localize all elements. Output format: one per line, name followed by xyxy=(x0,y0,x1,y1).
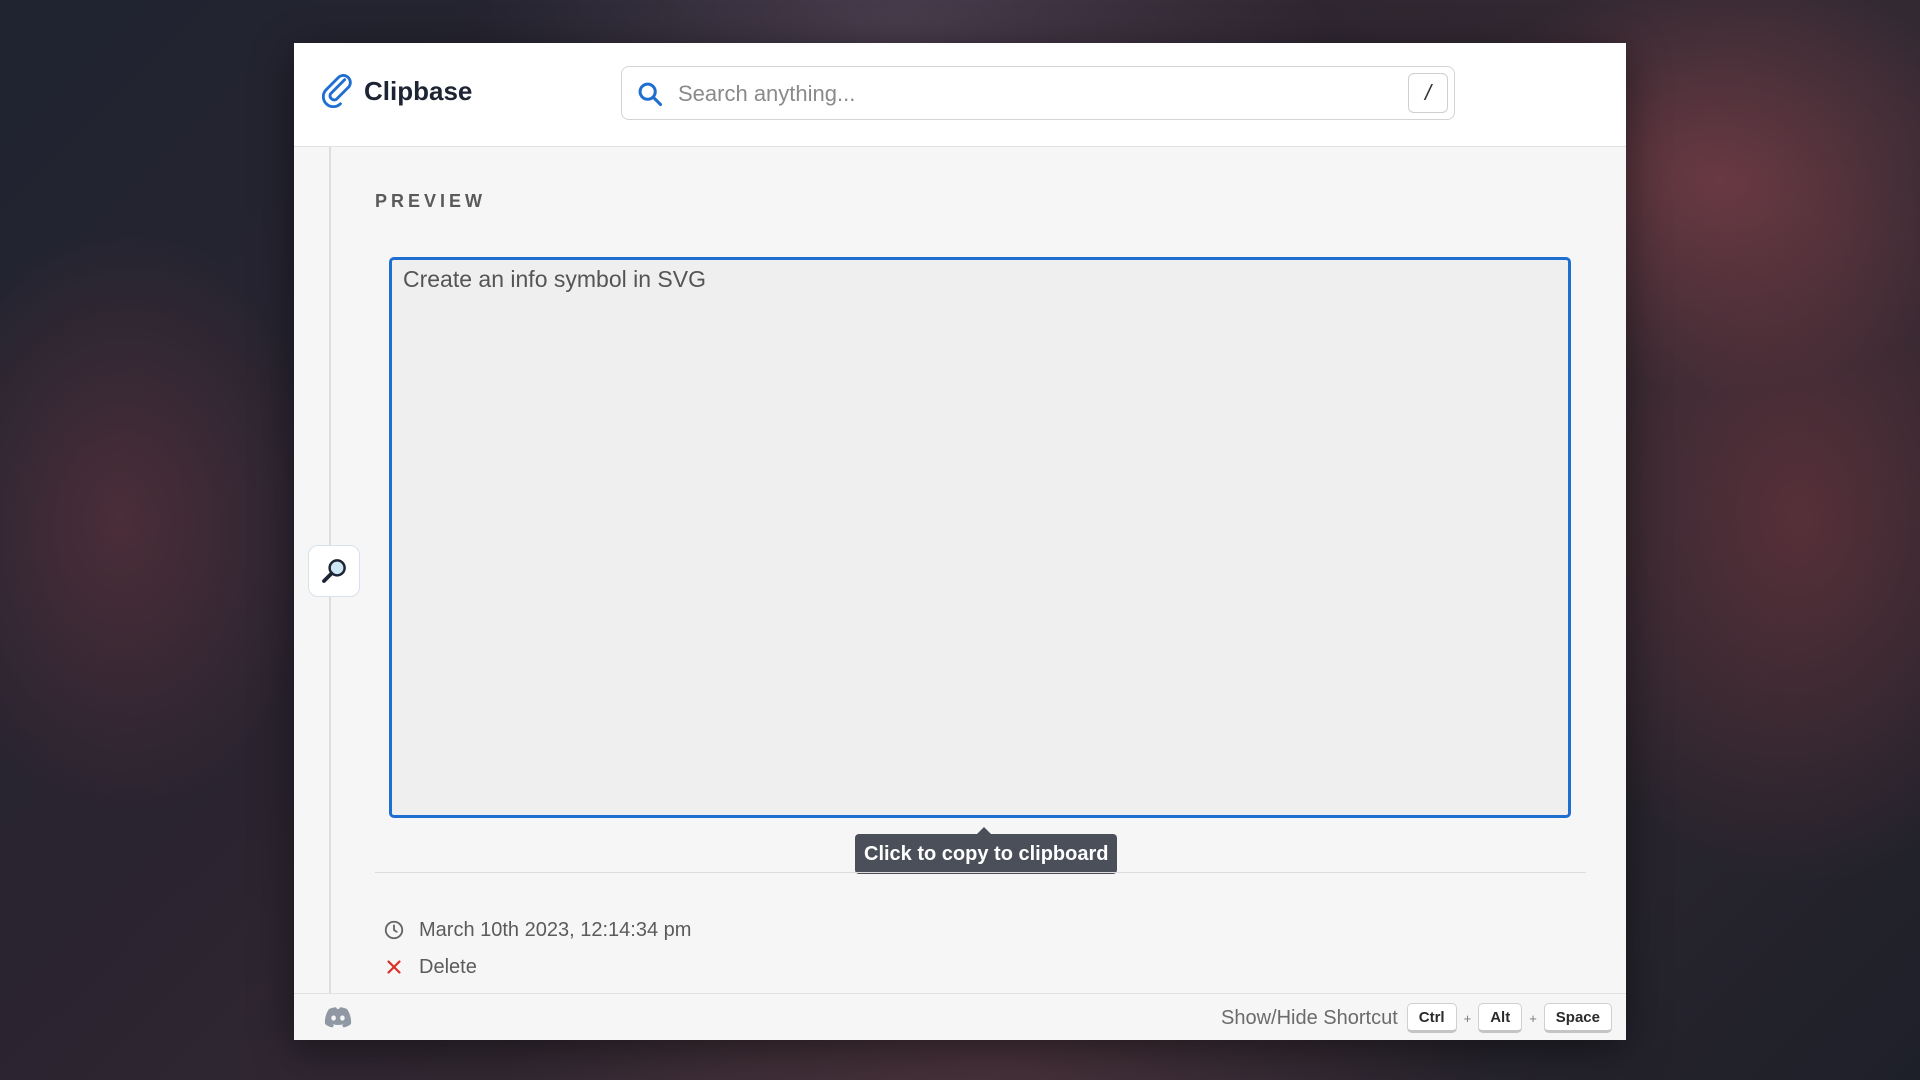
discord-icon[interactable] xyxy=(322,1005,354,1031)
copy-tooltip: Click to copy to clipboard xyxy=(855,827,1118,874)
magnifier-icon xyxy=(322,559,346,583)
clock-icon xyxy=(384,920,404,940)
app-window: Clipbase / PREVIEW Create an info symbol… xyxy=(294,43,1626,1040)
section-label-preview: PREVIEW xyxy=(375,191,487,211)
delete-button[interactable]: Delete xyxy=(383,953,477,981)
clip-preview[interactable]: Create an info symbol in SVG xyxy=(389,257,1571,818)
header: Clipbase / xyxy=(294,43,1626,147)
key-separator: + xyxy=(1529,1010,1537,1026)
close-icon xyxy=(387,960,401,974)
shortcut-hint: Show/Hide Shortcut Ctrl + Alt + Space xyxy=(1221,1002,1612,1034)
divider xyxy=(375,872,1586,873)
paperclip-icon xyxy=(322,74,352,108)
key-space: Space xyxy=(1543,1003,1612,1033)
shortcut-label: Show/Hide Shortcut xyxy=(1221,1006,1398,1029)
app-name: Clipbase xyxy=(364,75,473,106)
search-icon xyxy=(638,82,663,107)
logo: Clipbase xyxy=(322,73,472,109)
search-input[interactable] xyxy=(678,75,1378,113)
timestamp: March 10th 2023, 12:14:34 pm xyxy=(419,918,692,941)
search-shortcut-key: / xyxy=(1408,73,1448,113)
search-bar[interactable]: / xyxy=(621,66,1455,120)
timestamp-row: March 10th 2023, 12:14:34 pm xyxy=(383,916,691,944)
footer: Show/Hide Shortcut Ctrl + Alt + Space xyxy=(294,993,1626,1040)
key-ctrl: Ctrl xyxy=(1406,1003,1457,1033)
key-separator: + xyxy=(1463,1010,1472,1026)
key-alt: Alt xyxy=(1478,1003,1523,1033)
sidebar-toggle-button[interactable] xyxy=(308,545,360,597)
delete-label: Delete xyxy=(419,955,477,978)
